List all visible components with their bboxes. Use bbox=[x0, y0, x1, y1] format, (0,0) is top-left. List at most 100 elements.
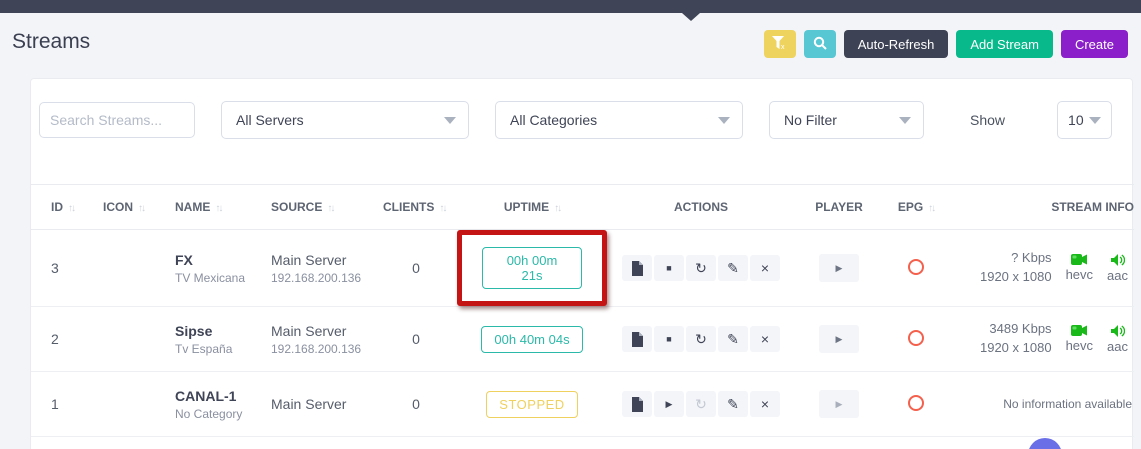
search-button[interactable] bbox=[804, 30, 836, 58]
page-size-select[interactable]: 10 bbox=[1057, 101, 1112, 139]
video-codec-label: hevc bbox=[1066, 338, 1093, 353]
stream-uptime-cell: 00h 00m 21s bbox=[457, 230, 607, 307]
restart-button[interactable]: ↻ bbox=[686, 326, 716, 352]
stream-info-cell: ? Kbps 1920 x 1080 hevc aac bbox=[949, 230, 1134, 307]
stream-category: Tv España bbox=[175, 342, 263, 356]
no-info-text: No information available bbox=[957, 397, 1134, 411]
category-select-value: All Categories bbox=[510, 112, 597, 128]
stream-info-cell: No information available bbox=[949, 372, 1134, 437]
epg-cell bbox=[883, 372, 949, 437]
page-header: Streams x Auto-Refresh Add Stream Create bbox=[0, 13, 1141, 78]
delete-button[interactable]: × bbox=[750, 391, 780, 417]
col-uptime: UPTIME↑↓ bbox=[457, 185, 607, 230]
epg-cell bbox=[883, 230, 949, 307]
add-stream-button[interactable]: Add Stream bbox=[956, 30, 1053, 58]
filter-x-icon: x bbox=[772, 36, 787, 53]
sort-icon[interactable]: ↑↓ bbox=[327, 203, 333, 214]
col-id: ID↑↓ bbox=[31, 185, 95, 230]
server-select[interactable]: All Servers bbox=[221, 101, 469, 139]
stop-button[interactable]: ■ bbox=[654, 255, 684, 281]
sort-icon[interactable]: ↑↓ bbox=[554, 203, 560, 214]
edit-button[interactable]: ✎ bbox=[718, 391, 748, 417]
annotation-highlight: 00h 00m 21s bbox=[457, 230, 607, 306]
stream-actions-cell: ■ ↻ ✎ × bbox=[607, 230, 795, 307]
col-name: NAME↑↓ bbox=[167, 185, 263, 230]
stop-button[interactable]: ■ bbox=[654, 326, 684, 352]
table-row: 2 Sipse Tv España Main Server 192.168.20… bbox=[31, 307, 1134, 372]
server-select-value: All Servers bbox=[236, 112, 304, 128]
stream-id: 2 bbox=[31, 307, 95, 372]
restart-button: ↻ bbox=[686, 391, 716, 417]
edit-button[interactable]: ✎ bbox=[718, 326, 748, 352]
video-codec-icon bbox=[1066, 325, 1093, 336]
stream-resolution: 1920 x 1080 bbox=[980, 268, 1052, 287]
copy-button[interactable] bbox=[622, 391, 652, 417]
table-header-row: ID↑↓ ICON↑↓ NAME↑↓ SOURCE↑↓ CLIENTS↑↓ UP… bbox=[31, 185, 1134, 230]
audio-codec-label: aac bbox=[1107, 339, 1128, 354]
stream-name-cell: Sipse Tv España bbox=[167, 307, 263, 372]
sort-icon[interactable]: ↑↓ bbox=[439, 203, 445, 214]
play-stream-button[interactable]: ▶ bbox=[819, 325, 859, 353]
edit-button[interactable]: ✎ bbox=[718, 255, 748, 281]
stream-source-cell: Main Server bbox=[263, 372, 375, 437]
delete-button[interactable]: × bbox=[750, 255, 780, 281]
stream-category: TV Mexicana bbox=[175, 271, 263, 285]
video-codec-icon bbox=[1066, 254, 1093, 265]
col-actions: ACTIONS bbox=[607, 185, 795, 230]
stream-name-cell: CANAL-1 No Category bbox=[167, 372, 263, 437]
filter-select[interactable]: No Filter bbox=[769, 101, 924, 139]
copy-button[interactable] bbox=[622, 326, 652, 352]
delete-button[interactable]: × bbox=[750, 326, 780, 352]
clear-filter-button[interactable]: x bbox=[764, 30, 796, 58]
create-button[interactable]: Create bbox=[1061, 30, 1128, 58]
filters-bar: All Servers All Categories No Filter Sho… bbox=[39, 101, 1124, 139]
player-cell: ▶ bbox=[795, 307, 883, 372]
audio-codec-icon bbox=[1107, 254, 1128, 266]
col-stream-info: STREAM INFO bbox=[949, 185, 1134, 230]
stream-ip: 192.168.200.136 bbox=[271, 271, 375, 285]
search-icon bbox=[813, 36, 827, 53]
stream-bitrate: ? Kbps bbox=[980, 249, 1052, 268]
copy-button[interactable] bbox=[622, 255, 652, 281]
stream-clients: 0 bbox=[375, 307, 457, 372]
audio-codec-icon bbox=[1107, 325, 1128, 337]
streams-table: ID↑↓ ICON↑↓ NAME↑↓ SOURCE↑↓ CLIENTS↑↓ UP… bbox=[31, 184, 1134, 437]
top-navbar bbox=[0, 0, 1141, 13]
page-size-value: 10 bbox=[1068, 112, 1084, 128]
stream-id: 3 bbox=[31, 230, 95, 307]
start-button[interactable]: ▶ bbox=[654, 391, 684, 417]
table-row: 1 CANAL-1 No Category Main Server 0 STOP… bbox=[31, 372, 1134, 437]
filter-select-value: No Filter bbox=[784, 112, 837, 128]
col-epg: EPG↑↓ bbox=[883, 185, 949, 230]
sort-icon[interactable]: ↑↓ bbox=[928, 203, 934, 214]
sort-icon[interactable]: ↑↓ bbox=[215, 203, 221, 214]
stream-icon-cell bbox=[95, 307, 167, 372]
stream-resolution: 1920 x 1080 bbox=[980, 339, 1052, 358]
player-cell: ▶ bbox=[795, 230, 883, 307]
uptime-badge: 00h 00m 21s bbox=[482, 247, 582, 289]
search-input[interactable] bbox=[39, 102, 195, 138]
streams-card: All Servers All Categories No Filter Sho… bbox=[30, 78, 1133, 449]
play-stream-button[interactable]: ▶ bbox=[819, 254, 859, 282]
stream-server: Main Server bbox=[271, 396, 375, 412]
header-buttons: x Auto-Refresh Add Stream Create bbox=[764, 30, 1128, 58]
stream-uptime-cell: STOPPED bbox=[457, 372, 607, 437]
show-label: Show bbox=[970, 112, 1005, 128]
play-stream-button[interactable]: ▶ bbox=[819, 390, 859, 418]
stream-bitrate: 3489 Kbps bbox=[980, 320, 1052, 339]
stream-ip: 192.168.200.136 bbox=[271, 342, 375, 356]
sort-icon[interactable]: ↑↓ bbox=[68, 203, 74, 214]
stream-actions-cell: ■ ↻ ✎ × bbox=[607, 307, 795, 372]
chevron-down-icon bbox=[899, 117, 911, 124]
audio-codec-label: aac bbox=[1107, 268, 1128, 283]
epg-status-icon bbox=[908, 259, 924, 275]
stream-name: Sipse bbox=[175, 323, 263, 339]
stream-server: Main Server bbox=[271, 323, 375, 339]
chevron-down-icon bbox=[718, 117, 730, 124]
restart-button[interactable]: ↻ bbox=[686, 255, 716, 281]
stream-icon-cell bbox=[95, 372, 167, 437]
video-codec-label: hevc bbox=[1066, 267, 1093, 282]
category-select[interactable]: All Categories bbox=[495, 101, 743, 139]
auto-refresh-button[interactable]: Auto-Refresh bbox=[844, 30, 949, 58]
sort-icon[interactable]: ↑↓ bbox=[138, 203, 144, 214]
